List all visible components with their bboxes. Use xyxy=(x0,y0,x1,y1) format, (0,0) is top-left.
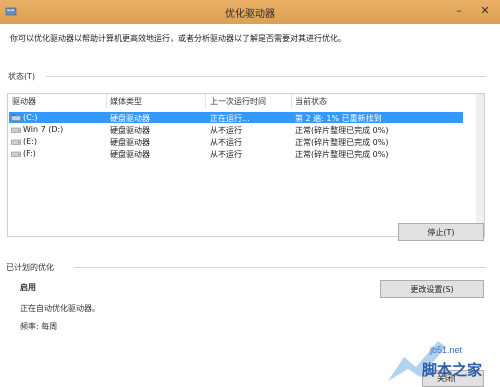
table-row[interactable]: Win 7 (D:) 硬盘驱动器 从不运行 正常(碎片整理已完成 0%) xyxy=(9,124,463,135)
change-settings-button[interactable]: 更改设置(S) xyxy=(380,280,484,298)
drives-table[interactable]: 驱动器 媒体类型 上一次运行时间 当前状态 (C:) 硬盘驱动器 正在运行...… xyxy=(7,93,485,237)
description-text: 你可以优化驱动器以帮助计算机更高效地运行，或者分析驱动器以了解是否需要对其进行优… xyxy=(10,34,346,43)
current-status: 正常(碎片整理已完成 0%) xyxy=(295,138,389,147)
close-icon[interactable]: ✕ xyxy=(472,0,498,20)
minimize-icon[interactable]: – xyxy=(446,0,472,20)
schedule-state: 启用 xyxy=(20,283,36,292)
title-bar[interactable]: 优化驱动器 – ✕ xyxy=(0,0,500,24)
hard-drive-icon xyxy=(11,127,21,133)
hard-drive-icon xyxy=(11,151,21,157)
svg-text:jb51.net: jb51.net xyxy=(429,345,463,355)
optimize-drives-window: 优化驱动器 – ✕ 你可以优化驱动器以帮助计算机更高效地运行，或者分析驱动器以了… xyxy=(0,0,500,387)
main-content: 你可以优化驱动器以帮助计算机更高效地运行，或者分析驱动器以了解是否需要对其进行优… xyxy=(0,24,500,387)
media-type: 硬盘驱动器 xyxy=(110,150,150,159)
media-type: 硬盘驱动器 xyxy=(110,138,150,147)
last-run: 从不运行 xyxy=(210,150,242,159)
column-divider[interactable] xyxy=(205,94,206,108)
system-drive-icon xyxy=(11,114,21,121)
current-status: 第 2 遍: 1% 已重新找到 xyxy=(295,114,382,123)
hard-drive-icon xyxy=(11,139,21,145)
table-row[interactable]: (C:) 硬盘驱动器 正在运行... 第 2 遍: 1% 已重新找到 xyxy=(9,112,463,123)
column-header-status[interactable]: 当前状态 xyxy=(295,96,327,107)
drive-name: Win 7 (D:) xyxy=(23,125,64,134)
status-separator xyxy=(46,76,486,77)
svg-text:脚本之家: 脚本之家 xyxy=(422,361,482,379)
scheduled-optimization-label: 已计划的优化 xyxy=(6,263,54,272)
drive-name: (E:) xyxy=(23,137,37,146)
stop-button[interactable]: 停止(T) xyxy=(398,223,484,241)
column-header-drive[interactable]: 驱动器 xyxy=(12,96,36,107)
table-row[interactable]: (F:) 硬盘驱动器 从不运行 正常(碎片整理已完成 0%) xyxy=(9,148,463,159)
column-divider[interactable] xyxy=(291,94,292,108)
drive-name: (C:) xyxy=(23,113,38,122)
current-status: 正常(碎片整理已完成 0%) xyxy=(295,150,389,159)
media-type: 硬盘驱动器 xyxy=(110,126,150,135)
media-type: 硬盘驱动器 xyxy=(110,114,150,123)
last-run: 从不运行 xyxy=(210,126,242,135)
scheduled-separator xyxy=(74,267,486,268)
table-scrollbar[interactable] xyxy=(476,94,484,236)
table-row[interactable]: (E:) 硬盘驱动器 从不运行 正常(碎片整理已完成 0%) xyxy=(9,136,463,147)
schedule-detail: 正在自动优化驱动器。 xyxy=(20,304,100,313)
schedule-frequency: 频率: 每周 xyxy=(20,322,58,331)
column-divider[interactable] xyxy=(106,94,107,108)
drive-name: (F:) xyxy=(23,149,36,158)
status-label: 状态(T) xyxy=(8,72,36,81)
last-run: 正在运行... xyxy=(210,114,250,123)
window-title: 优化驱动器 xyxy=(225,9,275,20)
current-status: 正常(碎片整理已完成 0%) xyxy=(295,126,389,135)
column-header-media[interactable]: 媒体类型 xyxy=(110,96,142,107)
column-header-last-run[interactable]: 上一次运行时间 xyxy=(210,96,266,107)
last-run: 从不运行 xyxy=(210,138,242,147)
jb51-watermark-logo: jb51.net 脚本之家 xyxy=(388,341,482,381)
